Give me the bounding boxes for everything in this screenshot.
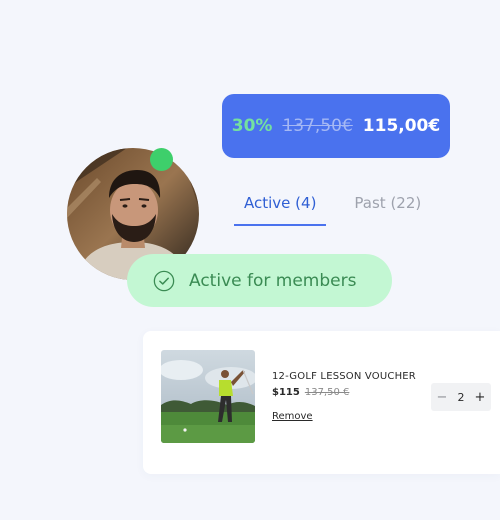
- online-status-dot: [150, 148, 173, 171]
- quantity-stepper: − 2 +: [431, 383, 491, 411]
- discount-percent: 30%: [231, 116, 273, 136]
- members-label: Active for members: [189, 270, 357, 291]
- tab-bar: Active (4) Past (22): [234, 186, 431, 226]
- product-price-row: $115 137,50 €: [272, 387, 349, 398]
- tab-active[interactable]: Active (4): [234, 186, 327, 226]
- price-pill: 30% 137,50€ 115,00€: [222, 94, 450, 158]
- original-price: 137,50€: [282, 116, 353, 136]
- golfer-image-icon: [161, 350, 255, 443]
- increment-button[interactable]: +: [473, 390, 487, 405]
- check-circle-icon: [153, 270, 175, 291]
- remove-link[interactable]: Remove: [272, 411, 313, 422]
- product-name: 12-GOLF LESSON VOUCHER: [272, 371, 416, 382]
- product-image: [161, 350, 255, 443]
- quantity-value: 2: [457, 390, 465, 404]
- product-price: $115: [272, 387, 300, 398]
- tab-past[interactable]: Past (22): [344, 186, 431, 226]
- cart-item-card: 12-GOLF LESSON VOUCHER $115 137,50 € Rem…: [143, 331, 500, 474]
- members-badge: Active for members: [127, 254, 392, 307]
- discounted-price: 115,00€: [362, 116, 441, 136]
- decrement-button[interactable]: −: [435, 390, 449, 405]
- product-old-price: 137,50 €: [304, 387, 350, 398]
